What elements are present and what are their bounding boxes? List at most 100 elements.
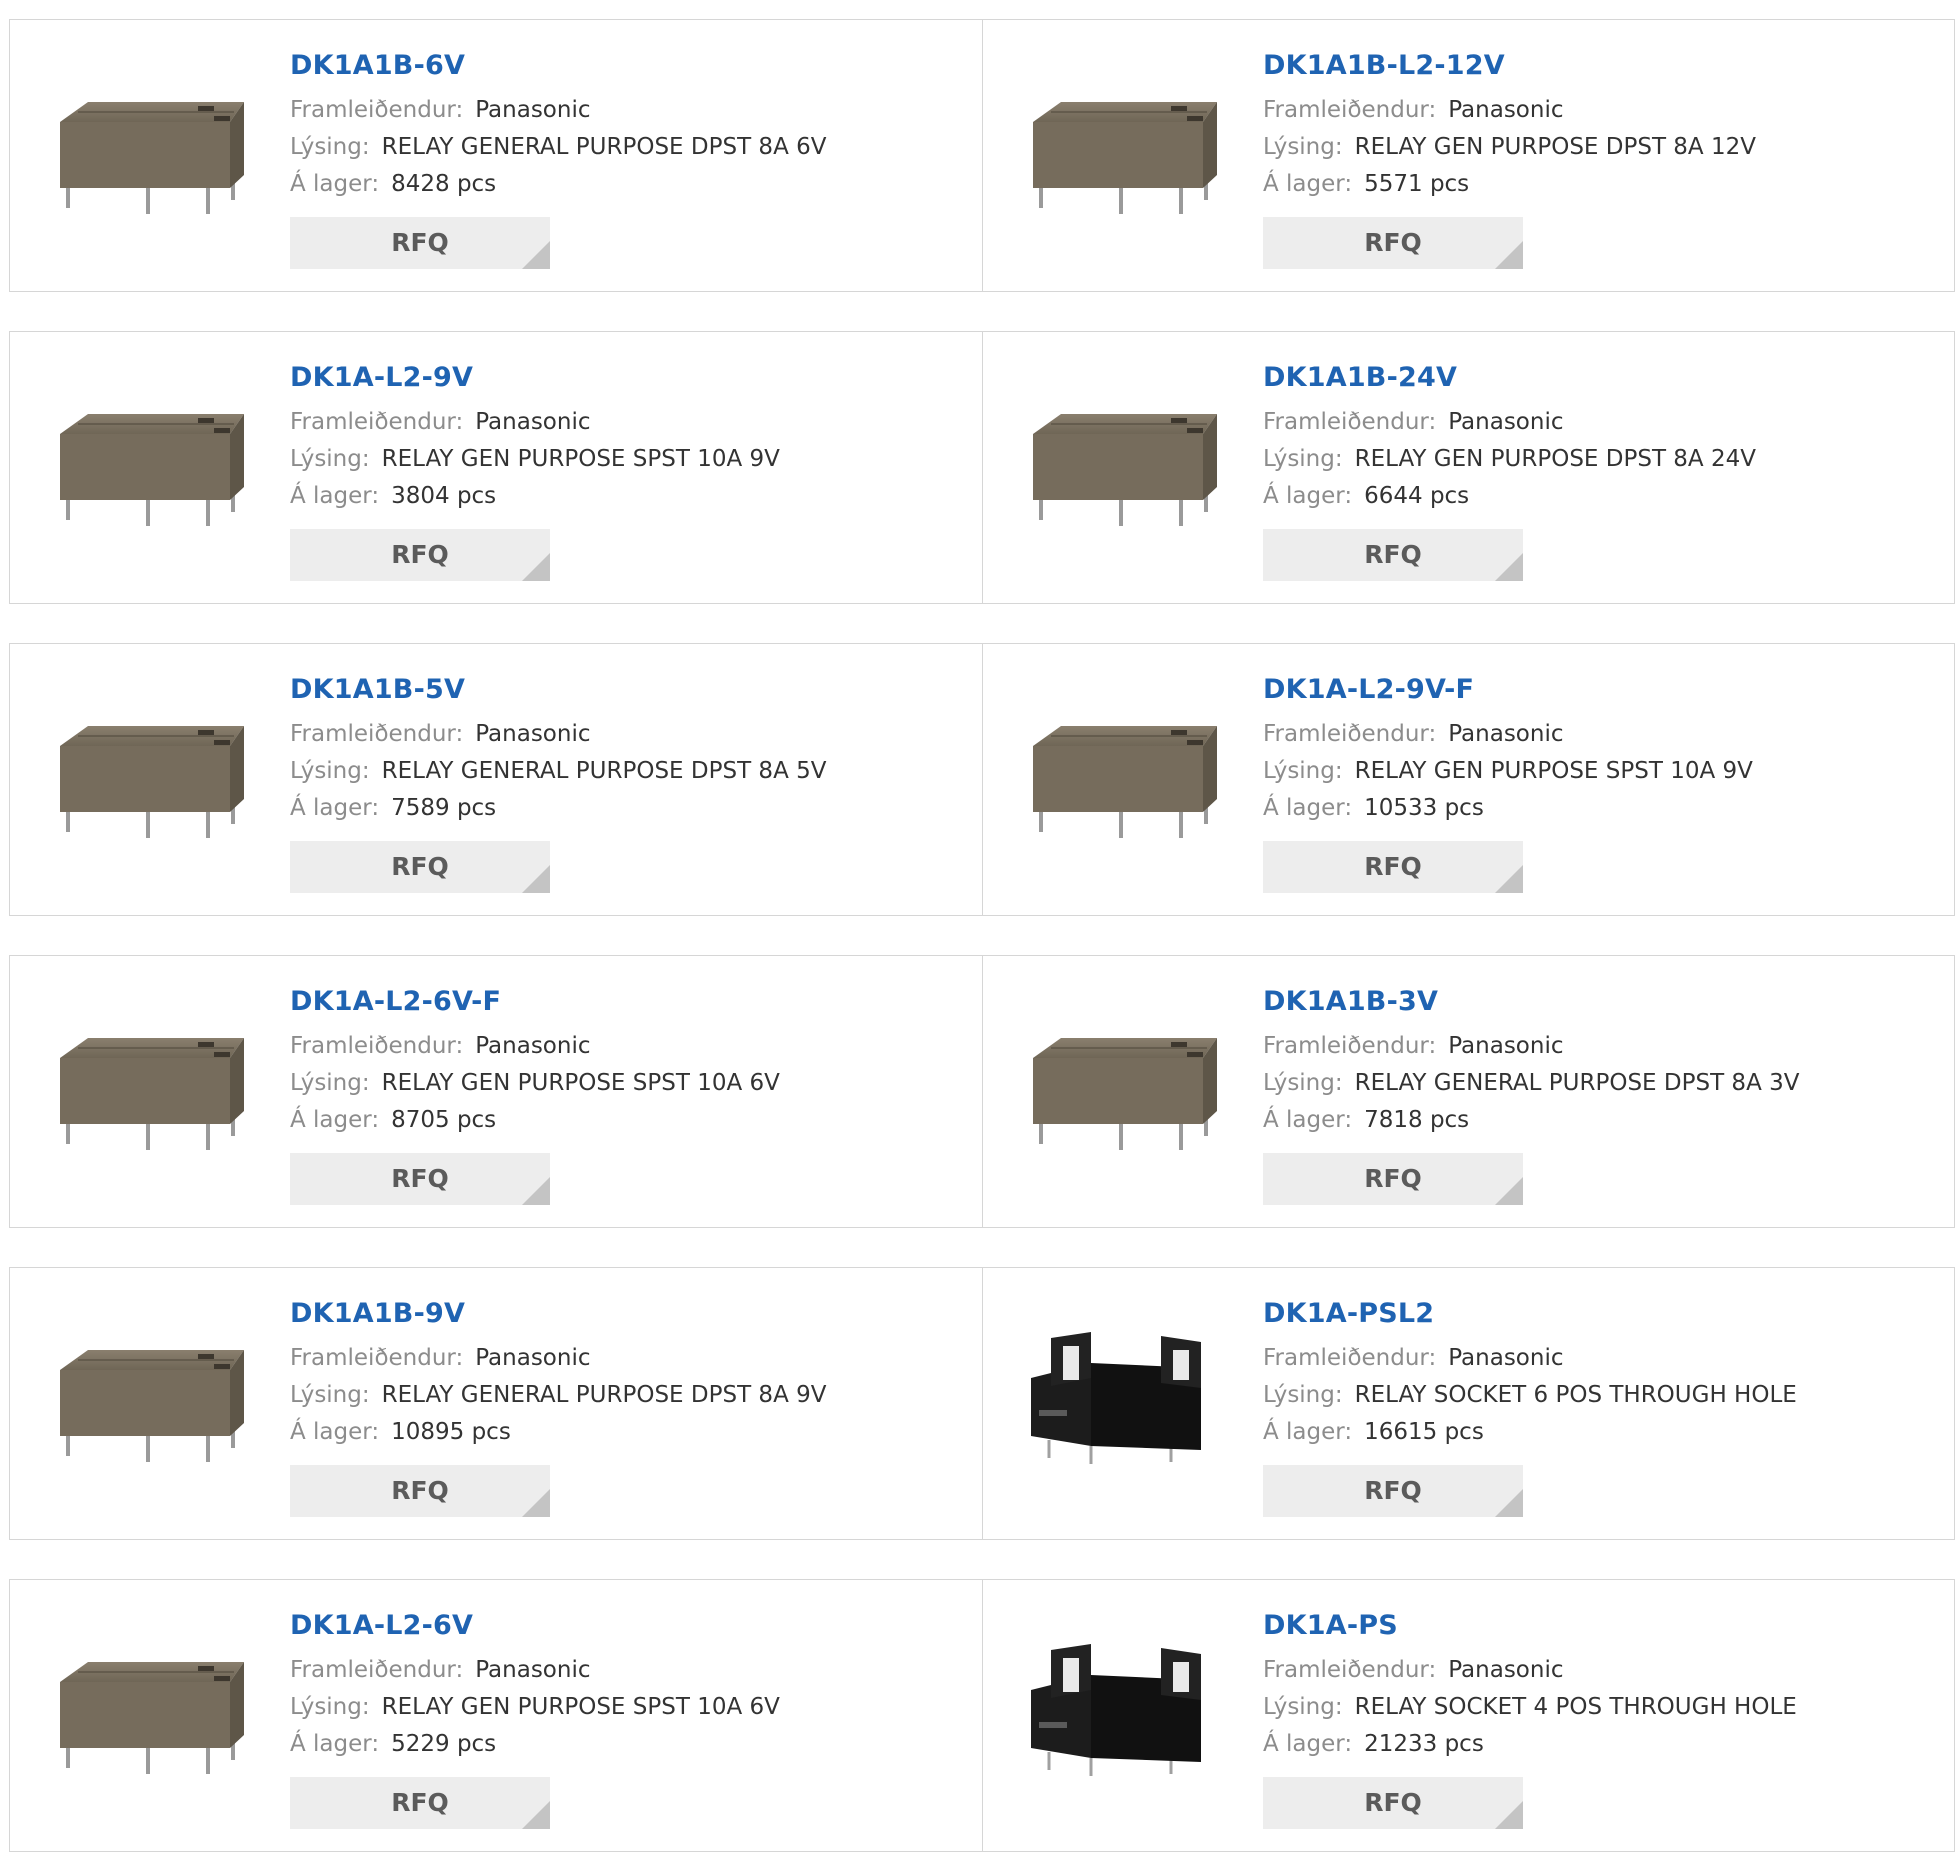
relay-icon xyxy=(1021,1016,1221,1170)
corner-triangle-icon xyxy=(522,1801,550,1829)
rfq-button[interactable]: RFQ xyxy=(1263,1465,1523,1517)
rfq-button[interactable]: RFQ xyxy=(290,1777,550,1829)
manufacturer-value: Panasonic xyxy=(475,1033,591,1059)
product-info: DK1A1B-24V Framleiðendur: Panasonic Lýsing:… xyxy=(1263,361,1913,581)
stock-value: 8428 pcs xyxy=(391,171,497,197)
product-row: DK1A1B-5V Framleiðendur: Panasonic Lýsing: R… xyxy=(9,643,1955,916)
part-number-link[interactable]: DK1A1B-L2-12V xyxy=(1263,49,1913,83)
product-info: DK1A-L2-6V-F Framleiðendur: Panasonic Lýsin… xyxy=(290,985,940,1205)
stock-value: 7818 pcs xyxy=(1364,1107,1470,1133)
manufacturer-value: Panasonic xyxy=(1448,97,1564,123)
product-image[interactable] xyxy=(1021,1018,1221,1168)
stock-value: 3804 pcs xyxy=(391,483,497,509)
manufacturer-value: Panasonic xyxy=(1448,1345,1564,1371)
rfq-label: RFQ xyxy=(1364,1476,1422,1505)
product-image[interactable] xyxy=(1021,394,1221,544)
stock-line: Á lager: 7818 pcs xyxy=(1263,1102,1913,1139)
product-image[interactable] xyxy=(1021,82,1221,232)
corner-triangle-icon xyxy=(522,1177,550,1205)
product-image[interactable] xyxy=(48,82,248,232)
relay-icon xyxy=(48,704,248,858)
product-row: DK1A-L2-6V Framleiðendur: Panasonic Lýsing:… xyxy=(9,1579,1955,1852)
rfq-button[interactable]: RFQ xyxy=(290,529,550,581)
rfq-label: RFQ xyxy=(1364,540,1422,569)
stock-label: Á lager: xyxy=(1263,795,1353,821)
rfq-label: RFQ xyxy=(391,1164,449,1193)
stock-line: Á lager: 6644 pcs xyxy=(1263,478,1913,515)
rfq-label: RFQ xyxy=(391,852,449,881)
stock-label: Á lager: xyxy=(1263,1419,1353,1445)
product-card: DK1A1B-24V Framleiðendur: Panasonic Lýsing:… xyxy=(982,332,1954,603)
rfq-button[interactable]: RFQ xyxy=(1263,841,1523,893)
product-card: DK1A1B-6V Framleiðendur: Panasonic Lýsing: R… xyxy=(10,20,982,291)
stock-value: 6644 pcs xyxy=(1364,483,1470,509)
part-number-link[interactable]: DK1A-PSL2 xyxy=(1263,1297,1913,1331)
description-label: Lýsing: xyxy=(1263,758,1343,784)
product-info: DK1A1B-L2-12V Framleiðendur: Panasonic Lýsi… xyxy=(1263,49,1913,269)
manufacturer-line: Framleiðendur: Panasonic xyxy=(290,1652,940,1689)
part-number-link[interactable]: DK1A1B-5V xyxy=(290,673,940,707)
description-value: RELAY SOCKET 4 POS THROUGH HOLE xyxy=(1354,1694,1797,1720)
product-image[interactable] xyxy=(1021,706,1221,856)
rfq-button[interactable]: RFQ xyxy=(290,1153,550,1205)
rfq-button[interactable]: RFQ xyxy=(1263,1777,1523,1829)
stock-line: Á lager: 8705 pcs xyxy=(290,1102,940,1139)
part-number-link[interactable]: DK1A-PS xyxy=(1263,1609,1913,1643)
product-image[interactable] xyxy=(1021,1642,1221,1792)
rfq-button[interactable]: RFQ xyxy=(1263,217,1523,269)
rfq-button[interactable]: RFQ xyxy=(290,217,550,269)
description-value: RELAY GENERAL PURPOSE DPST 8A 5V xyxy=(381,758,827,784)
rfq-button[interactable]: RFQ xyxy=(290,841,550,893)
stock-value: 5229 pcs xyxy=(391,1731,497,1757)
manufacturer-line: Framleiðendur: Panasonic xyxy=(290,1028,940,1065)
description-value: RELAY GEN PURPOSE SPST 10A 6V xyxy=(381,1694,780,1720)
part-number-link[interactable]: DK1A-L2-9V-F xyxy=(1263,673,1913,707)
product-info: DK1A-PSL2 Framleiðendur: Panasonic Lýsing: R… xyxy=(1263,1297,1913,1517)
description-label: Lýsing: xyxy=(290,1694,370,1720)
part-number-link[interactable]: DK1A-L2-6V-F xyxy=(290,985,940,1019)
stock-value: 21233 pcs xyxy=(1364,1731,1484,1757)
product-row: DK1A1B-9V Framleiðendur: Panasonic Lýsing: R… xyxy=(9,1267,1955,1540)
product-card: DK1A-L2-6V-F Framleiðendur: Panasonic Lýsin… xyxy=(10,956,982,1227)
product-image[interactable] xyxy=(1021,1330,1221,1480)
manufacturer-line: Framleiðendur: Panasonic xyxy=(1263,1340,1913,1377)
part-number-link[interactable]: DK1A-L2-9V xyxy=(290,361,940,395)
manufacturer-line: Framleiðendur: Panasonic xyxy=(290,1340,940,1377)
product-info: DK1A-L2-6V Framleiðendur: Panasonic Lýsing:… xyxy=(290,1609,940,1829)
description-value: RELAY GEN PURPOSE SPST 10A 6V xyxy=(381,1070,780,1096)
description-line: Lýsing: RELAY GENERAL PURPOSE DPST 8A 9V xyxy=(290,1377,940,1414)
stock-line: Á lager: 3804 pcs xyxy=(290,478,940,515)
part-number-link[interactable]: DK1A1B-6V xyxy=(290,49,940,83)
product-image[interactable] xyxy=(48,1642,248,1792)
relay-icon xyxy=(48,1016,248,1170)
relay-icon xyxy=(48,1640,248,1794)
description-label: Lýsing: xyxy=(290,1070,370,1096)
stock-line: Á lager: 5229 pcs xyxy=(290,1726,940,1763)
product-image[interactable] xyxy=(48,1330,248,1480)
part-number-link[interactable]: DK1A-L2-6V xyxy=(290,1609,940,1643)
rfq-button[interactable]: RFQ xyxy=(1263,529,1523,581)
manufacturer-label: Framleiðendur: xyxy=(1263,97,1437,123)
product-image[interactable] xyxy=(48,706,248,856)
product-info: DK1A-PS Framleiðendur: Panasonic Lýsing: REL… xyxy=(1263,1609,1913,1829)
rfq-button[interactable]: RFQ xyxy=(290,1465,550,1517)
rfq-button[interactable]: RFQ xyxy=(1263,1153,1523,1205)
product-image[interactable] xyxy=(48,1018,248,1168)
manufacturer-label: Framleiðendur: xyxy=(290,1345,464,1371)
part-number-link[interactable]: DK1A1B-3V xyxy=(1263,985,1913,1019)
stock-line: Á lager: 5571 pcs xyxy=(1263,166,1913,203)
corner-triangle-icon xyxy=(522,553,550,581)
stock-label: Á lager: xyxy=(1263,483,1353,509)
rfq-label: RFQ xyxy=(391,1476,449,1505)
description-line: Lýsing: RELAY GEN PURPOSE DPST 8A 12V xyxy=(1263,129,1913,166)
product-image[interactable] xyxy=(48,394,248,544)
stock-value: 7589 pcs xyxy=(391,795,497,821)
rfq-label: RFQ xyxy=(1364,1788,1422,1817)
product-card: DK1A1B-L2-12V Framleiðendur: Panasonic Lýsi… xyxy=(982,20,1954,291)
part-number-link[interactable]: DK1A1B-24V xyxy=(1263,361,1913,395)
product-info: DK1A1B-3V Framleiðendur: Panasonic Lýsing: R… xyxy=(1263,985,1913,1205)
rfq-label: RFQ xyxy=(1364,852,1422,881)
description-line: Lýsing: RELAY GEN PURPOSE DPST 8A 24V xyxy=(1263,441,1913,478)
manufacturer-value: Panasonic xyxy=(1448,1657,1564,1683)
part-number-link[interactable]: DK1A1B-9V xyxy=(290,1297,940,1331)
